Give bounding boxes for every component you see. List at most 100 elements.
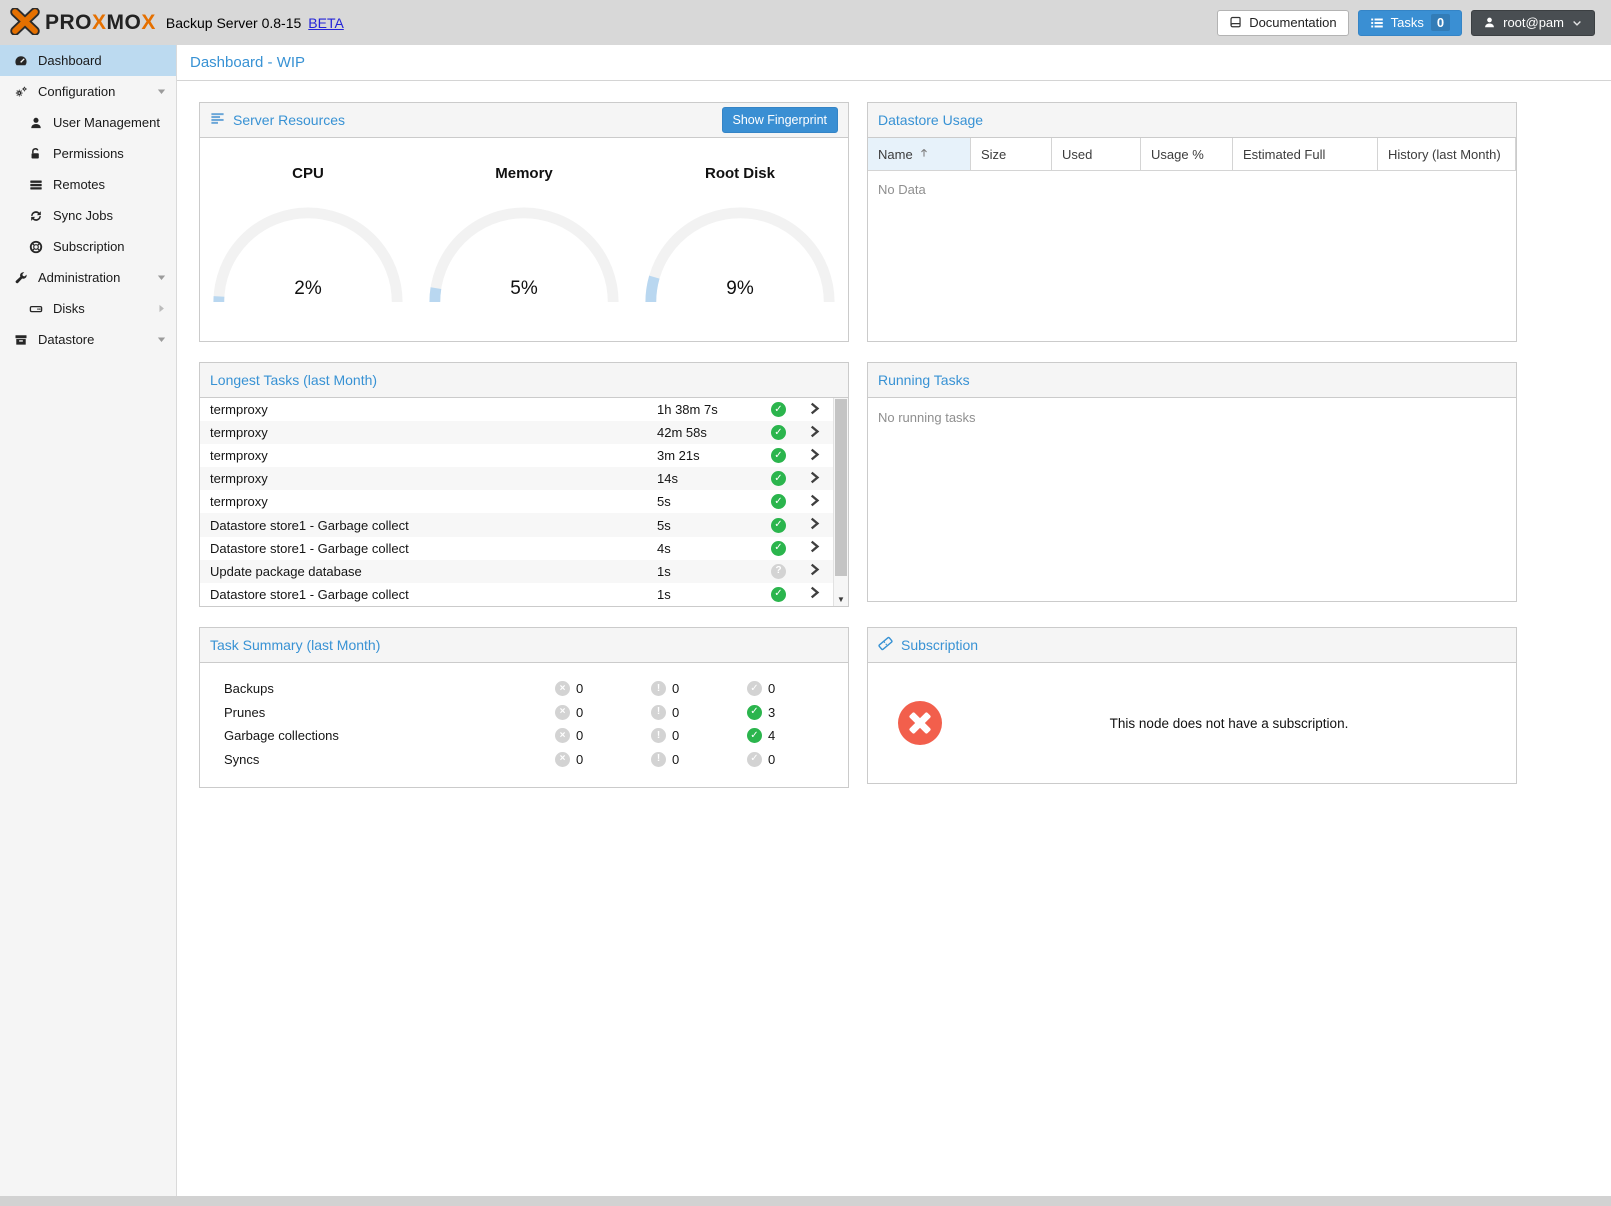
task-open-button[interactable] <box>795 516 833 534</box>
task-row[interactable]: termproxy 5s ✓ <box>200 490 833 513</box>
longest-tasks-panel: Longest Tasks (last Month) termproxy 1h … <box>199 362 849 607</box>
task-ok-icon: ✓ <box>771 425 786 440</box>
warning-count-icon: ! <box>651 705 666 720</box>
ok-count-icon: ✓ <box>747 752 762 767</box>
sidebar-item-configuration[interactable]: Configuration <box>0 76 176 107</box>
task-row[interactable]: Update package database 1s ? <box>200 560 833 583</box>
task-open-button[interactable] <box>795 401 833 419</box>
sidebar-item-label: Sync Jobs <box>53 208 113 223</box>
column-header-used[interactable]: Used <box>1052 138 1141 170</box>
tachometer-icon <box>12 54 30 68</box>
warning-count-icon: ! <box>651 752 666 767</box>
sidebar-item-sync-jobs[interactable]: Sync Jobs <box>0 200 176 231</box>
product-subtitle: Backup Server 0.8-15 <box>166 15 301 31</box>
task-name: termproxy <box>200 425 657 440</box>
ticket-icon <box>878 636 893 654</box>
sidebar-item-permissions[interactable]: Permissions <box>0 138 176 169</box>
gauge-label: Memory <box>495 165 553 182</box>
column-header-history-last-month-[interactable]: History (last Month) <box>1378 138 1516 170</box>
task-row[interactable]: termproxy 14s ✓ <box>200 467 833 490</box>
panel-title: Datastore Usage <box>878 112 983 128</box>
cogs-icon <box>12 85 30 99</box>
gauge-arc: 2% <box>210 204 406 305</box>
column-header-usage-[interactable]: Usage % <box>1141 138 1233 170</box>
warning-count: 0 <box>672 752 679 767</box>
hdd-icon <box>27 302 45 316</box>
sort-up-icon <box>918 147 930 162</box>
task-ok-icon: ✓ <box>771 402 786 417</box>
ok-count-icon: ✓ <box>747 705 762 720</box>
warning-count: 0 <box>672 681 679 696</box>
collapse-down-icon <box>155 271 168 284</box>
task-open-button[interactable] <box>795 447 833 465</box>
documentation-button[interactable]: Documentation <box>1217 10 1348 36</box>
collapse-down-icon <box>155 333 168 346</box>
task-row[interactable]: termproxy 42m 58s ✓ <box>200 421 833 444</box>
task-row[interactable]: termproxy 3m 21s ✓ <box>200 444 833 467</box>
sidebar-item-label: User Management <box>53 115 160 130</box>
datastore-usage-columns: NameSizeUsedUsage %Estimated FullHistory… <box>868 138 1516 171</box>
error-count-icon: × <box>555 681 570 696</box>
sidebar-item-administration[interactable]: Administration <box>0 262 176 293</box>
warning-count-icon: ! <box>651 728 666 743</box>
show-fingerprint-button[interactable]: Show Fingerprint <box>722 107 839 133</box>
task-ok-icon: ✓ <box>771 494 786 509</box>
error-count-icon: × <box>555 752 570 767</box>
task-open-button[interactable] <box>795 585 833 603</box>
user-menu-button[interactable]: root@pam <box>1471 10 1595 36</box>
sidebar-item-user-management[interactable]: User Management <box>0 107 176 138</box>
task-row[interactable]: Datastore store1 - Garbage collect 1s ✓ <box>200 583 833 606</box>
task-name: termproxy <box>200 402 657 417</box>
task-open-button[interactable] <box>795 470 833 488</box>
column-header-estimated-full[interactable]: Estimated Full <box>1233 138 1378 170</box>
error-count: 0 <box>576 728 583 743</box>
running-tasks-panel: Running Tasks No running tasks <box>867 362 1517 602</box>
sidebar-item-disks[interactable]: Disks <box>0 293 176 324</box>
task-open-button[interactable] <box>795 424 833 442</box>
task-open-button[interactable] <box>795 539 833 557</box>
sidebar-item-remotes[interactable]: Remotes <box>0 169 176 200</box>
subscription-panel: Subscription <box>867 627 1517 784</box>
tasks-button[interactable]: Tasks 0 <box>1358 10 1462 36</box>
ok-count-icon: ✓ <box>747 728 762 743</box>
task-row[interactable]: termproxy 1h 38m 7s ✓ <box>200 398 833 421</box>
scrollbar-thumb[interactable] <box>835 399 847 576</box>
scrollbar-down-arrow[interactable]: ▼ <box>834 595 848 605</box>
ok-count: 4 <box>768 728 775 743</box>
task-row[interactable]: Datastore store1 - Garbage collect 4s ✓ <box>200 537 833 560</box>
summary-label: Syncs <box>224 752 555 767</box>
task-open-button[interactable] <box>795 493 833 511</box>
task-row[interactable]: Datastore store1 - Garbage collect 5s ✓ <box>200 513 833 536</box>
task-name: termproxy <box>200 494 657 509</box>
sidebar-item-subscription[interactable]: Subscription <box>0 231 176 262</box>
server-list-icon <box>27 178 45 192</box>
panel-title: Longest Tasks (last Month) <box>210 372 377 388</box>
gauge-arc: 5% <box>426 204 622 305</box>
beta-link[interactable]: BETA <box>308 15 344 31</box>
task-summary-panel: Task Summary (last Month) Backups ×0 !0 … <box>199 627 849 788</box>
sidebar-item-label: Configuration <box>38 84 115 99</box>
chevron-right-icon <box>807 401 822 419</box>
archive-icon <box>12 333 30 347</box>
bottom-strip <box>0 1196 1611 1206</box>
vertical-scrollbar[interactable]: ▼ <box>833 398 848 606</box>
task-name: Update package database <box>200 564 657 579</box>
panel-title: Running Tasks <box>878 372 970 388</box>
gauge-cpu: CPU 2% <box>200 138 416 341</box>
gauge-root-disk: Root Disk 9% <box>632 138 848 341</box>
sidebar-item-datastore[interactable]: Datastore <box>0 324 176 355</box>
task-duration: 1s <box>657 564 762 579</box>
column-header-size[interactable]: Size <box>971 138 1052 170</box>
task-ok-icon: ✓ <box>771 541 786 556</box>
chevron-right-icon <box>807 585 822 603</box>
collapse-down-icon <box>155 85 168 98</box>
wrench-icon <box>12 271 30 285</box>
datastore-usage-panel: Datastore Usage NameSizeUsedUsage %Estim… <box>867 102 1517 342</box>
task-open-button[interactable] <box>795 562 833 580</box>
sidebar-item-label: Administration <box>38 270 120 285</box>
column-header-name[interactable]: Name <box>868 138 971 170</box>
summary-row-syncs: Syncs ×0 !0 ✓0 <box>200 748 848 772</box>
dashboard-content: Server Resources Show Fingerprint CPU 2%… <box>177 81 1611 1196</box>
sidebar-item-dashboard[interactable]: Dashboard <box>0 45 176 76</box>
summary-row-backups: Backups ×0 !0 ✓0 <box>200 677 848 701</box>
